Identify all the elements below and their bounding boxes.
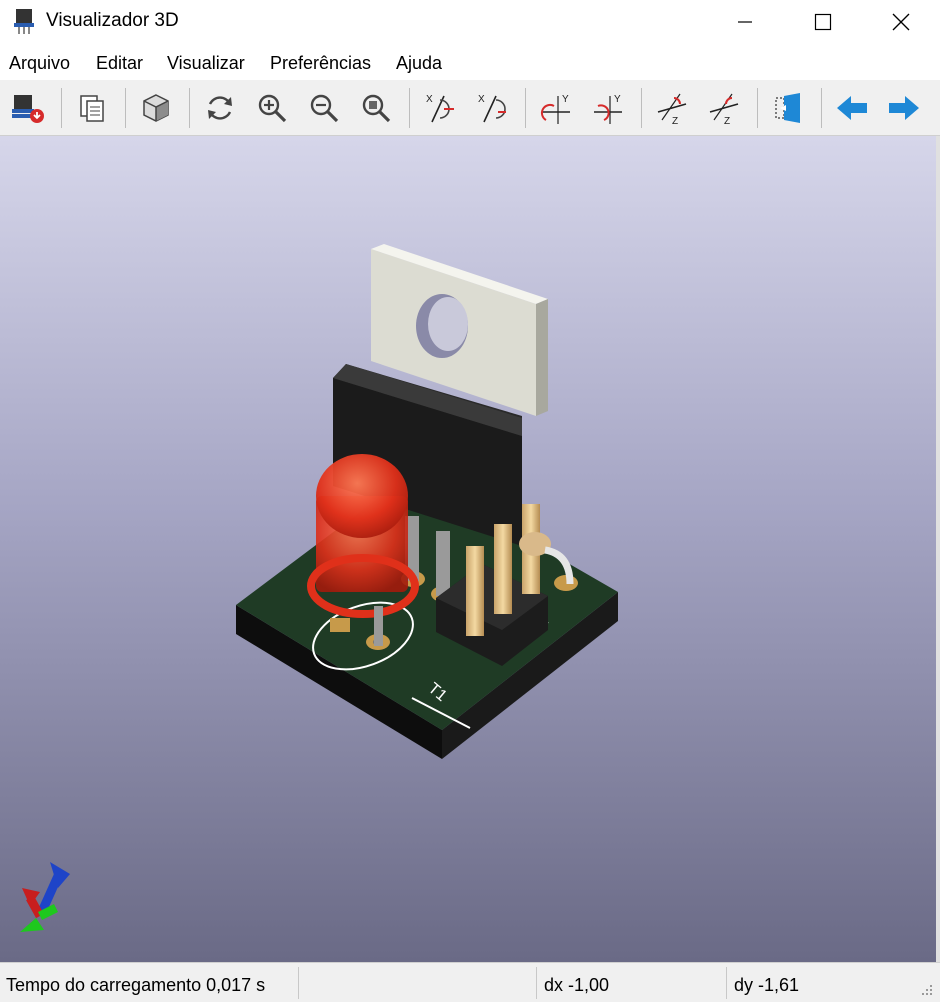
pcb-3d-render: T1	[20, 244, 618, 932]
svg-text:Z: Z	[724, 116, 730, 126]
zoom-out-icon	[310, 94, 339, 123]
rotate-x-cw-icon: X	[426, 94, 454, 123]
dy-status: dy -1,61	[734, 975, 800, 995]
resize-grip-icon[interactable]	[918, 983, 934, 999]
load-time-status: Tempo do carregamento 0,017 s	[6, 975, 266, 995]
status-bar: Tempo do carregamento 0,017 s dx -1,00 d…	[0, 962, 940, 1002]
menu-arquivo[interactable]: Arquivo	[9, 53, 70, 74]
arrow-left-icon	[837, 96, 867, 120]
close-icon	[892, 13, 910, 31]
toolbar-separator	[821, 88, 822, 128]
toolbar: X X Y Y Z Z	[0, 80, 940, 136]
menu-ajuda[interactable]: Ajuda	[396, 53, 442, 74]
app-icon	[14, 9, 34, 34]
flip-board-icon	[775, 93, 800, 123]
raytrace-view-button[interactable]	[136, 88, 176, 128]
rotate-x-ccw-icon: X	[478, 94, 506, 123]
svg-text:X: X	[478, 94, 485, 105]
rotate-z-ccw-button[interactable]: Z	[704, 88, 744, 128]
reload-board-icon	[12, 95, 44, 123]
refresh-icon	[208, 96, 232, 120]
zoom-fit-icon	[362, 94, 391, 123]
rotate-z-cw-button[interactable]: Z	[652, 88, 692, 128]
minimize-button[interactable]	[706, 0, 784, 44]
maximize-button[interactable]	[784, 0, 862, 44]
rotate-x-ccw-button[interactable]: X	[472, 88, 512, 128]
arrow-right-icon	[889, 96, 919, 120]
redraw-button[interactable]	[200, 88, 240, 128]
zoom-in-button[interactable]	[252, 88, 292, 128]
menu-bar: Arquivo Editar Visualizar Preferências A…	[0, 44, 940, 80]
axes-gizmo	[20, 862, 70, 932]
window-title: Visualizador 3D	[46, 10, 179, 31]
toolbar-separator	[757, 88, 758, 128]
rotate-x-cw-button[interactable]: X	[420, 88, 460, 128]
toolbar-separator	[125, 88, 126, 128]
dx-status: dx -1,00	[544, 975, 610, 995]
flip-board-button[interactable]	[768, 88, 808, 128]
status-divider	[298, 967, 299, 999]
svg-text:Y: Y	[562, 94, 569, 105]
toolbar-separator	[409, 88, 410, 128]
rotate-y-ccw-button[interactable]: Y	[588, 88, 628, 128]
3d-viewport[interactable]: T1	[0, 136, 936, 962]
toolbar-separator	[525, 88, 526, 128]
pcb-board	[236, 473, 618, 759]
svg-text:Z: Z	[672, 116, 678, 126]
zoom-fit-button[interactable]	[356, 88, 396, 128]
reload-board-button[interactable]	[8, 88, 48, 128]
close-button[interactable]	[862, 0, 940, 44]
move-right-button[interactable]	[884, 88, 924, 128]
rotate-y-cw-icon: Y	[540, 94, 570, 124]
svg-text:X: X	[426, 94, 433, 105]
cube-icon	[143, 94, 169, 122]
status-divider	[536, 967, 537, 999]
rotate-y-cw-button[interactable]: Y	[536, 88, 576, 128]
menu-visualizar[interactable]: Visualizar	[167, 53, 245, 74]
rotate-z-cw-icon: Z	[657, 93, 687, 126]
rotate-y-ccw-icon: Y	[594, 94, 622, 124]
copy-image-button[interactable]	[72, 88, 112, 128]
move-left-button[interactable]	[832, 88, 872, 128]
zoom-out-button[interactable]	[304, 88, 344, 128]
title-bar: Visualizador 3D	[0, 0, 940, 44]
status-divider	[726, 967, 727, 999]
rotate-z-ccw-icon: Z	[709, 93, 739, 126]
menu-editar[interactable]: Editar	[96, 53, 143, 74]
minimize-icon	[738, 21, 752, 23]
toolbar-separator	[189, 88, 190, 128]
svg-text:Y: Y	[614, 94, 621, 105]
scrollbar-edge	[936, 136, 940, 962]
zoom-in-icon	[258, 94, 287, 123]
toolbar-separator	[641, 88, 642, 128]
toolbar-separator	[61, 88, 62, 128]
copy-image-icon	[80, 95, 104, 122]
maximize-icon	[814, 13, 832, 31]
menu-preferencias[interactable]: Preferências	[270, 53, 371, 74]
